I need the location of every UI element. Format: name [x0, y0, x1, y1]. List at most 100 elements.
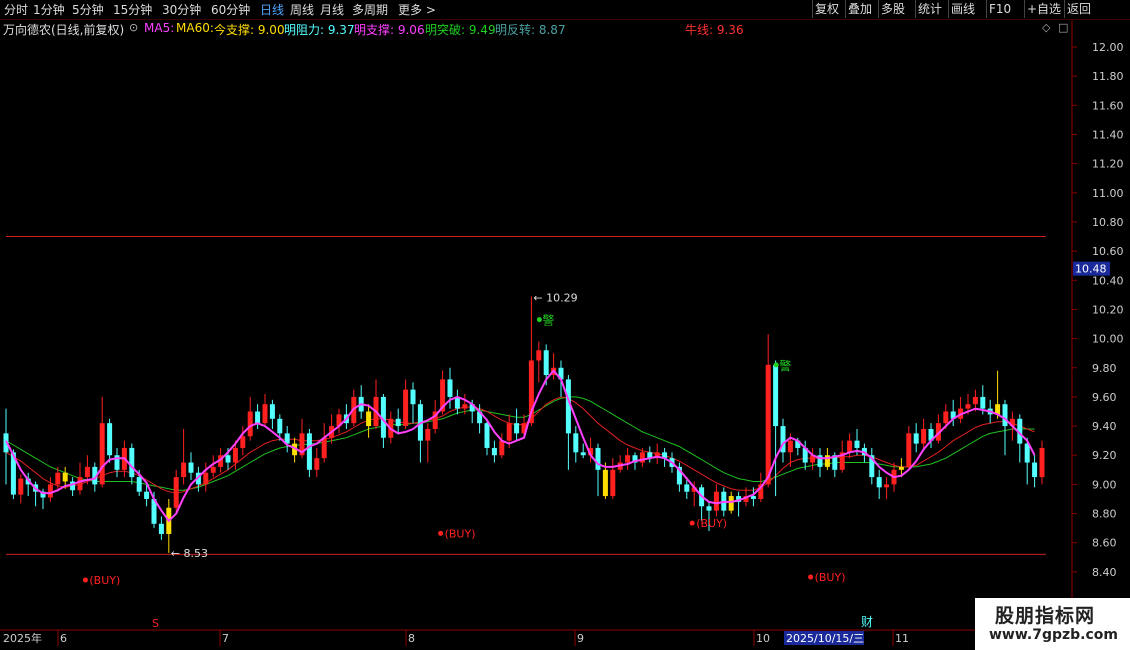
candle-body	[277, 418, 283, 434]
marker-cai-label: 财	[861, 615, 873, 629]
candle-body	[447, 379, 453, 397]
y-tick-label: 11.20	[1092, 158, 1124, 171]
candle-body	[107, 423, 113, 456]
candle-body	[210, 466, 216, 473]
x-date-label: 9	[577, 632, 584, 645]
candle-body	[84, 466, 90, 478]
candle-body	[1002, 404, 1008, 427]
x-date-label: 2025年	[3, 631, 42, 645]
candle-body	[491, 447, 497, 456]
candle-body	[454, 396, 460, 409]
buy-label: (BUY)	[696, 517, 727, 530]
candle-body	[144, 491, 150, 499]
y-tick-label: 11.40	[1092, 128, 1124, 141]
watermark-logo: 股朋指标网 www.7gpzb.com	[975, 598, 1130, 650]
current-price-label: 10.48	[1075, 263, 1107, 276]
high-price-label: ← 10.29	[533, 291, 577, 304]
candle-body	[1024, 443, 1030, 463]
y-tick-label: 10.80	[1092, 216, 1124, 229]
candle-body	[543, 350, 549, 376]
candle-body	[158, 523, 164, 534]
candle-body	[684, 484, 690, 492]
y-tick-label: 10.60	[1092, 245, 1124, 258]
candle-body	[639, 452, 645, 463]
candle-body	[876, 477, 882, 488]
y-tick-label: 10.00	[1092, 333, 1124, 346]
buy-dot	[808, 574, 814, 580]
y-tick-label: 9.20	[1092, 449, 1117, 462]
candle-body	[610, 469, 616, 497]
buy-label: (BUY)	[89, 574, 120, 587]
candle-body	[410, 389, 416, 405]
candle-body	[47, 484, 53, 498]
candle-body	[321, 437, 327, 459]
y-tick-label: 10.20	[1092, 303, 1124, 316]
candle-body	[713, 491, 719, 511]
candle-body	[262, 404, 268, 424]
candle-body	[188, 462, 194, 473]
candle-body	[314, 458, 320, 470]
x-date-label: 7	[222, 632, 229, 645]
x-date-label: 11	[895, 632, 909, 645]
candle-body	[129, 447, 135, 478]
candle-body	[62, 472, 68, 482]
candle-body	[499, 440, 505, 456]
warn-label: 警	[542, 313, 554, 328]
y-tick-label: 9.60	[1092, 391, 1117, 404]
candle-body	[173, 477, 179, 508]
x-date-label: 2025/10/15/三	[786, 632, 864, 645]
candle-body	[203, 472, 209, 485]
candle-body	[536, 350, 542, 361]
x-date-label: 6	[60, 632, 67, 645]
candle-body	[913, 433, 919, 444]
candle-body	[965, 404, 971, 409]
candle-body	[728, 496, 734, 511]
candle-body	[750, 496, 756, 499]
y-tick-label: 9.40	[1092, 420, 1117, 433]
low-price-label: ← 8.53	[171, 547, 208, 560]
candle-body	[181, 462, 187, 478]
candle-body	[232, 447, 238, 463]
candle-body	[787, 440, 793, 453]
y-tick-label: 8.80	[1092, 508, 1117, 521]
kline-chart: 12.00 11.80 11.60 11.40 11.20 11.00 10.80 10.60…	[0, 20, 1124, 646]
candle-body	[269, 404, 275, 419]
candle-body	[55, 472, 61, 485]
candle-body	[773, 364, 779, 427]
candle-body	[240, 436, 246, 448]
candle-body	[462, 404, 468, 409]
candle-body	[580, 452, 586, 456]
candle-body	[921, 428, 927, 444]
y-tick-label: 9.00	[1092, 478, 1117, 491]
candle-body	[595, 447, 601, 470]
candle-body	[403, 389, 409, 427]
candle-body	[847, 440, 853, 453]
candle-body	[898, 466, 904, 470]
candle-body	[255, 411, 261, 424]
y-tick-label: 9.80	[1092, 362, 1117, 375]
buy-label: (BUY)	[815, 571, 846, 584]
candle-body	[136, 477, 142, 492]
buy-dot	[689, 520, 695, 526]
y-tick-label: 11.80	[1092, 70, 1124, 83]
candle-body	[884, 484, 890, 488]
candle-body	[506, 423, 512, 441]
x-date-label: 8	[408, 632, 415, 645]
candle-body	[366, 411, 372, 427]
candle-body	[306, 433, 312, 470]
candle-body	[765, 364, 771, 485]
candle-body	[1039, 447, 1045, 478]
candle-body	[972, 396, 978, 405]
candle-body	[980, 396, 986, 409]
candle-body	[247, 411, 253, 437]
candle-body	[395, 418, 401, 427]
candle-body	[573, 433, 579, 453]
candle-body	[425, 428, 431, 441]
warn-dot	[773, 362, 779, 368]
candle-body	[854, 440, 860, 448]
warn-label: 警	[779, 358, 791, 373]
candle-body	[706, 506, 712, 511]
ma-long-line	[5, 396, 1035, 491]
y-tick-label: 11.00	[1092, 187, 1124, 200]
buy-dot	[438, 530, 444, 536]
